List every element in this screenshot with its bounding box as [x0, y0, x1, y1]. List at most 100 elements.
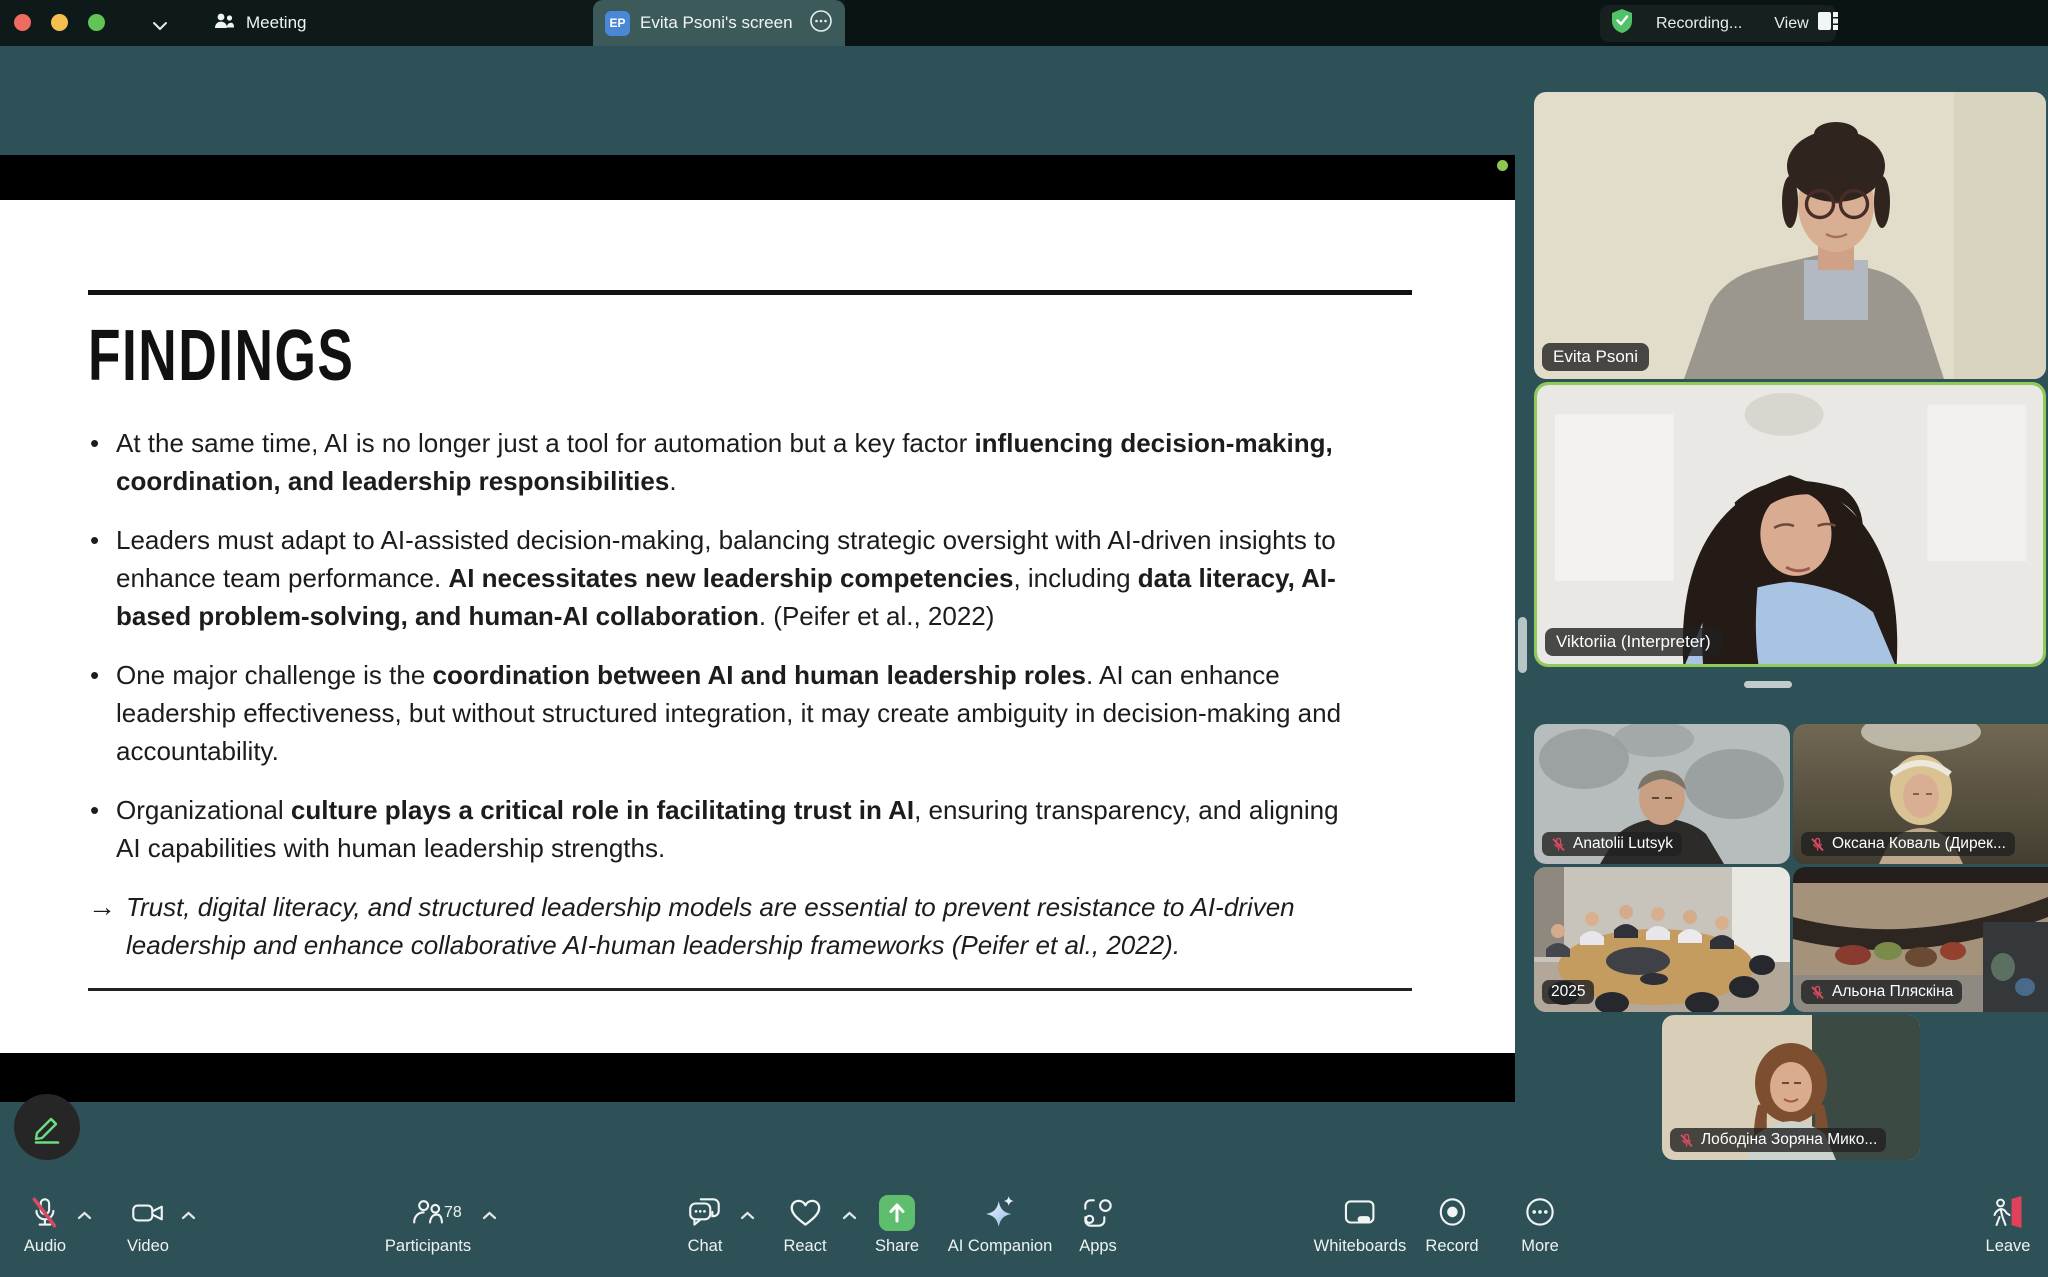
shared-screen-region: FINDINGS At the same time, AI is no long…	[0, 155, 1515, 1102]
audio-label: Audio	[24, 1237, 66, 1256]
slide-takeaway: → Trust, digital literacy, and structure…	[88, 888, 1366, 964]
chat-label: Chat	[688, 1237, 723, 1256]
presentation-letterbox-top	[0, 155, 1515, 200]
leave-button[interactable]: Leave	[1986, 1192, 2031, 1256]
mic-muted-icon	[26, 1192, 64, 1234]
fullscreen-window-button[interactable]	[88, 14, 105, 31]
people-icon	[212, 10, 236, 37]
pencil-icon	[29, 1109, 65, 1145]
recording-status-label: Recording...	[1656, 15, 1742, 33]
name-badge: Viktoriia (Interpreter)	[1545, 628, 1722, 656]
bullet-item: Organizational culture plays a critical …	[88, 791, 1366, 867]
tab-meeting-label: Meeting	[246, 13, 306, 33]
chat-icon	[686, 1192, 724, 1234]
chat-options-caret[interactable]	[740, 1207, 755, 1225]
close-window-button[interactable]	[14, 14, 31, 31]
drag-handle[interactable]	[1744, 681, 1792, 688]
mic-muted-icon	[1810, 837, 1825, 852]
share-screen-icon	[877, 1192, 917, 1234]
audio-button[interactable]: Audio	[24, 1192, 66, 1256]
participant-video	[1537, 385, 2043, 664]
tab-meeting[interactable]: Meeting	[212, 0, 306, 46]
slide-rule-bottom	[88, 988, 1412, 991]
name-badge: Anatolii Lutsyk	[1542, 832, 1682, 856]
titlebar-right-area	[845, 0, 2048, 46]
annotate-button[interactable]	[14, 1094, 80, 1160]
presentation-slide: FINDINGS At the same time, AI is no long…	[0, 200, 1515, 1053]
more-ellipsis-icon	[1521, 1192, 1559, 1234]
video-tile-2025-room[interactable]: 2025	[1534, 867, 1790, 1012]
record-button[interactable]: Record	[1425, 1192, 1478, 1256]
audio-options-caret[interactable]	[77, 1207, 92, 1225]
presentation-letterbox-bottom	[0, 1053, 1515, 1102]
chat-button[interactable]: Chat	[686, 1192, 724, 1256]
arrow-icon: →	[88, 888, 116, 964]
scrollbar-thumb[interactable]	[1518, 617, 1527, 673]
video-tile-viktoriia-interpreter[interactable]: Viktoriia (Interpreter)	[1534, 382, 2046, 667]
name-badge: Оксана Коваль (Дирек...	[1801, 832, 2015, 856]
participant-video	[1534, 92, 2046, 379]
video-tile-oksana-koval[interactable]: Оксана Коваль (Дирек...	[1793, 724, 2048, 864]
camera-icon	[129, 1192, 167, 1234]
chevron-down-icon[interactable]	[152, 18, 168, 36]
presenter-active-dot	[1497, 160, 1508, 171]
view-button-label[interactable]: View	[1774, 15, 1808, 33]
tab-screen-share[interactable]: EP Evita Psoni's screen	[593, 0, 845, 46]
react-options-caret[interactable]	[842, 1207, 857, 1225]
whiteboard-icon	[1341, 1192, 1379, 1234]
more-button[interactable]: More	[1521, 1192, 1559, 1256]
participants-label: Participants	[385, 1237, 471, 1256]
participants-count: 78	[444, 1204, 462, 1222]
participants-icon	[409, 1192, 447, 1234]
whiteboards-label: Whiteboards	[1314, 1237, 1407, 1256]
ai-companion-label: AI Companion	[948, 1237, 1053, 1256]
video-tile-alona-plyaskina[interactable]: Альона Пляскіна	[1793, 867, 2048, 1012]
react-button[interactable]: React	[783, 1192, 826, 1256]
whiteboards-button[interactable]: Whiteboards	[1314, 1192, 1407, 1256]
name-badge: Альона Пляскіна	[1801, 980, 1962, 1004]
leave-label: Leave	[1986, 1237, 2031, 1256]
react-label: React	[783, 1237, 826, 1256]
tab-screen-share-label: Evita Psoni's screen	[640, 13, 799, 33]
shield-icon	[1610, 8, 1634, 39]
share-label: Share	[875, 1237, 919, 1256]
bullet-item: Leaders must adapt to AI-assisted decisi…	[88, 521, 1366, 635]
layout-view-icon[interactable]	[1817, 11, 1839, 36]
video-tile-evita-psoni[interactable]: Evita Psoni	[1534, 92, 2046, 379]
ai-companion-icon	[980, 1192, 1020, 1234]
mic-muted-icon	[1679, 1133, 1694, 1148]
video-tile-lobodina-zoryana[interactable]: Лободіна Зоряна Мико...	[1662, 1015, 1920, 1160]
zoom-meeting-window: { "window": { "meeting_tab_label": "Meet…	[0, 0, 2048, 1277]
mic-muted-icon	[1551, 837, 1566, 852]
video-button[interactable]: Video	[127, 1192, 169, 1256]
more-label: More	[1521, 1237, 1559, 1256]
bullet-item: One major challenge is the coordination …	[88, 656, 1366, 770]
record-label: Record	[1425, 1237, 1478, 1256]
recording-panel: Recording... View	[1600, 5, 1836, 42]
share-button[interactable]: Share	[875, 1192, 919, 1256]
participants-options-caret[interactable]	[482, 1207, 497, 1225]
participants-button[interactable]: Participants	[385, 1192, 471, 1256]
ai-companion-button[interactable]: AI Companion	[948, 1192, 1053, 1256]
apps-label: Apps	[1079, 1237, 1117, 1256]
name-badge: Evita Psoni	[1542, 343, 1649, 371]
minimize-window-button[interactable]	[51, 14, 68, 31]
apps-button[interactable]: Apps	[1079, 1192, 1117, 1256]
slide-rule-top	[88, 290, 1412, 295]
tab-options-icon[interactable]	[809, 9, 833, 38]
name-badge: 2025	[1542, 980, 1594, 1004]
video-options-caret[interactable]	[181, 1207, 196, 1225]
name-badge: Лободіна Зоряна Мико...	[1670, 1128, 1886, 1152]
slide-bullet-list: At the same time, AI is no longer just a…	[88, 424, 1366, 867]
mic-muted-icon	[1810, 985, 1825, 1000]
video-label: Video	[127, 1237, 169, 1256]
slide-title: FINDINGS	[88, 317, 1037, 396]
ep-badge: EP	[605, 11, 630, 36]
heart-icon	[786, 1192, 824, 1234]
record-icon	[1433, 1192, 1471, 1234]
bullet-item: At the same time, AI is no longer just a…	[88, 424, 1366, 500]
apps-icon	[1079, 1192, 1117, 1234]
video-tile-anatolii-lutsyk[interactable]: Anatolii Lutsyk	[1534, 724, 1790, 864]
window-titlebar: Meeting EP Evita Psoni's screen Recordin…	[0, 0, 2048, 46]
leave-door-icon	[1988, 1192, 2028, 1234]
